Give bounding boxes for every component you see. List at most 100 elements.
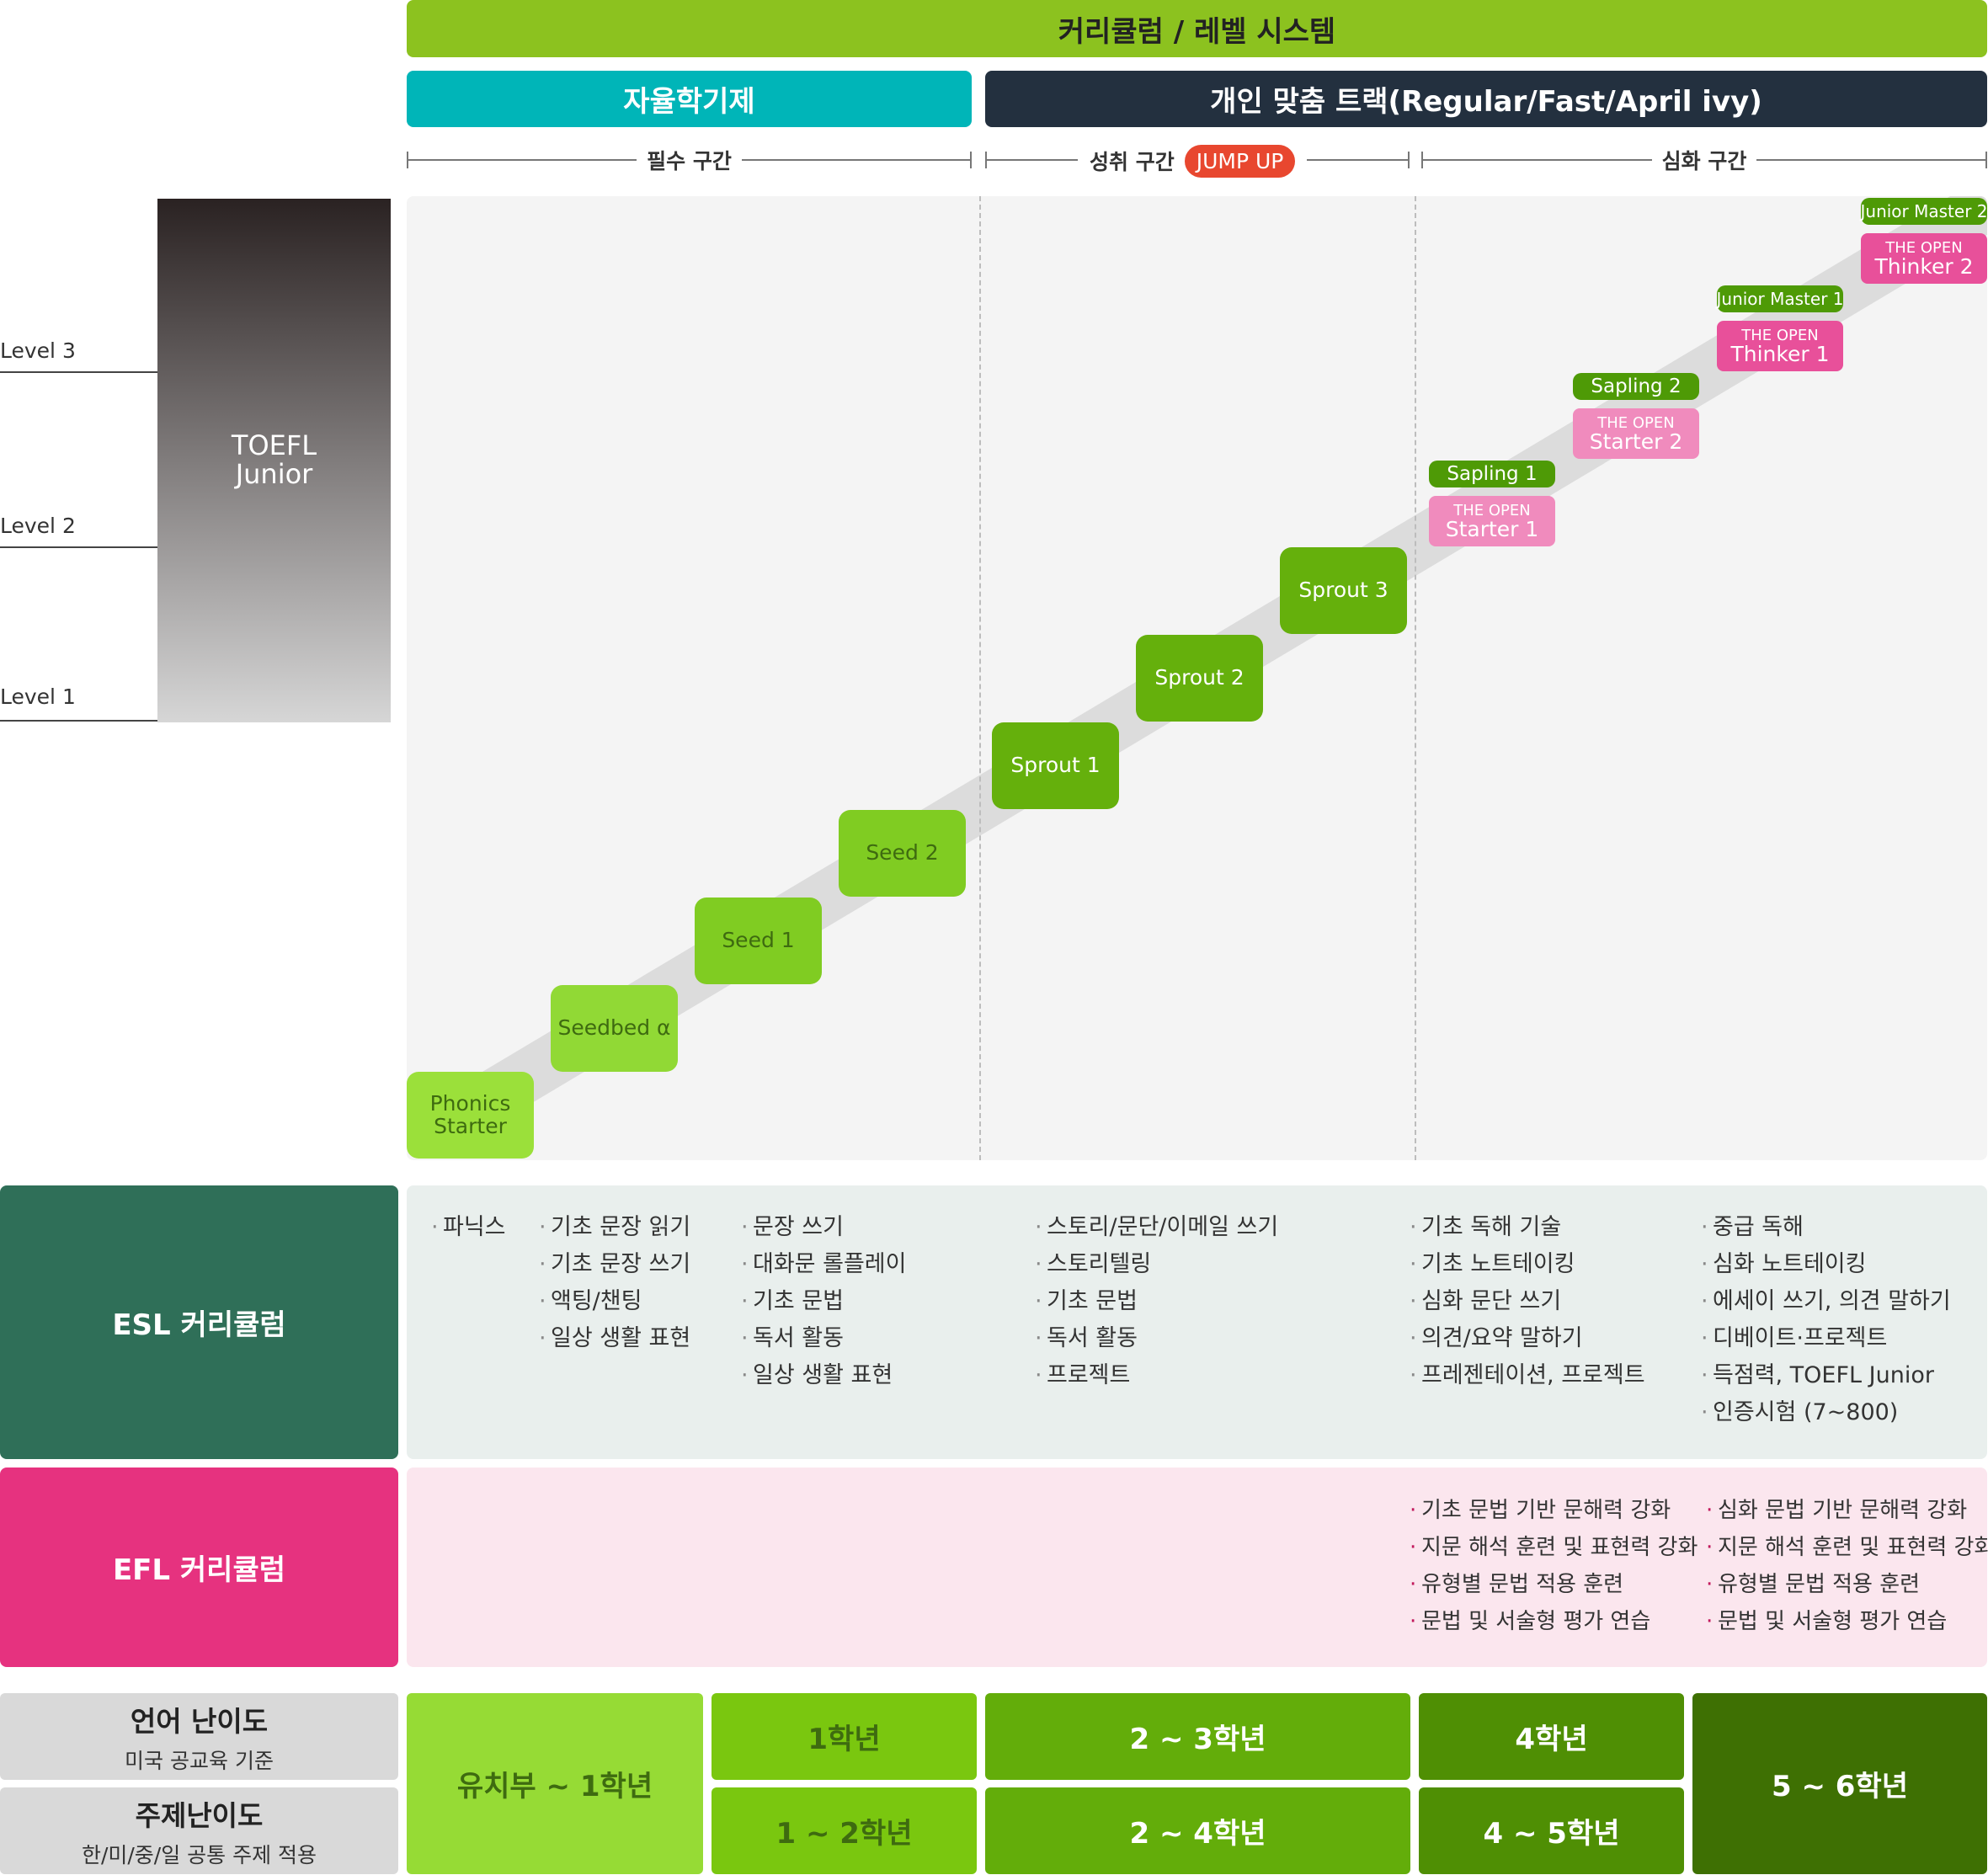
tag-label: Sapling 1	[1447, 463, 1538, 485]
level-2-line	[0, 546, 157, 548]
esl-item: 기초 독해 기술	[1410, 1209, 1645, 1246]
esl-item: 문장 쓰기	[741, 1209, 906, 1246]
efl-item: 지문 해석 훈련 및 표현력 강화	[1410, 1529, 1698, 1566]
language-difficulty-label: 언어 난이도 미국 공교육 기준	[0, 1693, 398, 1780]
grade-label: 2 ~ 4학년	[1129, 1817, 1266, 1851]
esl-item: 프로젝트	[1035, 1357, 1278, 1394]
esl-label: ESL 커리큘럼	[112, 1308, 286, 1342]
efl-item: 기초 문법 기반 문해력 강화	[1410, 1492, 1698, 1529]
open-small-label: THE OPEN	[1885, 238, 1963, 257]
track-free-semester: 자율학기제	[407, 71, 972, 127]
open-starter-1: THE OPEN Starter 1	[1429, 496, 1555, 546]
esl-item: 기초 문법	[741, 1283, 906, 1320]
esl-column-2: 기초 문장 읽기 기초 문장 쓰기 액팅/챈팅 일상 생활 표현	[539, 1209, 690, 1357]
efl-column-2: 심화 문법 기반 문해력 강화 지문 해석 훈련 및 표현력 강화 유형별 문법…	[1706, 1492, 1988, 1640]
open-big-label: Starter 1	[1445, 516, 1539, 541]
esl-item: 심화 노트테이킹	[1701, 1246, 1951, 1283]
track-personal-label: 개인 맞춤 트랙(Regular/Fast/April ivy)	[1210, 85, 1762, 119]
open-small-label: THE OPEN	[1453, 501, 1531, 519]
efl-item: 지문 해석 훈련 및 표현력 강화	[1706, 1529, 1988, 1566]
toefl-junior-bar: TOEFL Junior	[157, 199, 391, 722]
esl-column-4: 스토리/문단/이메일 쓰기 스토리텔링 기초 문법 독서 활동 프로젝트	[1035, 1209, 1278, 1394]
segment-required: 필수 구간	[407, 145, 972, 175]
grade-final: 5 ~ 6학년	[1692, 1693, 1987, 1874]
tag-label: Junior Master 1	[1716, 289, 1844, 309]
grade-label: 2 ~ 3학년	[1129, 1723, 1266, 1756]
efl-item: 문법 및 서술형 평가 연습	[1706, 1603, 1988, 1640]
open-big-label: Thinker 2	[1874, 253, 1974, 279]
track-personal: 개인 맞춤 트랙(Regular/Fast/April ivy)	[985, 71, 1987, 127]
jump-up-badge: JUMP UP	[1184, 144, 1296, 178]
esl-item: 기초 문법	[1035, 1283, 1278, 1320]
grade-label: 1 ~ 2학년	[775, 1817, 913, 1851]
toefl-junior-line1: TOEFL	[231, 429, 317, 462]
toefl-junior-line2: Junior	[235, 458, 313, 490]
esl-item: 기초 문장 쓰기	[539, 1246, 690, 1283]
grade-kinder: 유치부 ~ 1학년	[407, 1693, 703, 1874]
efl-item: 유형별 문법 적용 훈련	[1706, 1566, 1988, 1603]
tag-sapling-1: Sapling 1	[1429, 461, 1555, 487]
segment-achievement: 성취 구간 JUMP UP	[1078, 143, 1308, 178]
step-label: Phonics	[429, 1091, 511, 1116]
step-label: Sprout 1	[1010, 753, 1101, 778]
esl-item: 독서 활동	[1035, 1320, 1278, 1357]
segment-advanced-label: 심화 구간	[1651, 149, 1757, 173]
esl-item: 일상 생활 표현	[741, 1357, 906, 1394]
esl-column-6: 중급 독해 심화 노트테이킹 에세이 쓰기, 의견 말하기 디베이트·프로젝트 …	[1701, 1209, 1951, 1431]
esl-item: 프레젠테이션, 프로젝트	[1410, 1357, 1645, 1394]
grade-lang-3: 4학년	[1419, 1693, 1684, 1780]
esl-item: 심화 문단 쓰기	[1410, 1283, 1645, 1320]
esl-item: 스토리/문단/이메일 쓰기	[1035, 1209, 1278, 1246]
step-label: Sprout 2	[1154, 665, 1244, 690]
step-seed-1: Seed 1	[695, 898, 822, 984]
curriculum-title-bar: 커리큘럼 / 레벨 시스템	[407, 0, 1987, 57]
esl-item: 액팅/챈팅	[539, 1283, 690, 1320]
step-label: Seed 2	[866, 840, 939, 866]
esl-item: 의견/요약 말하기	[1410, 1320, 1645, 1357]
esl-item: 대화문 롤플레이	[741, 1246, 906, 1283]
segment-divider	[979, 196, 981, 1160]
open-thinker-1: THE OPEN Thinker 1	[1717, 321, 1843, 371]
efl-label: EFL 커리큘럼	[112, 1553, 286, 1587]
open-small-label: THE OPEN	[1597, 413, 1675, 432]
grade-label: 5 ~ 6학년	[1771, 1770, 1909, 1803]
efl-column-1: 기초 문법 기반 문해력 강화 지문 해석 훈련 및 표현력 강화 유형별 문법…	[1410, 1492, 1698, 1640]
topic-difficulty-sub: 한/미/중/일 공통 주제 적용	[81, 1842, 317, 1867]
grade-topic-2: 2 ~ 4학년	[985, 1787, 1410, 1874]
curriculum-title: 커리큘럼 / 레벨 시스템	[1058, 14, 1336, 49]
esl-column-3: 문장 쓰기 대화문 롤플레이 기초 문법 독서 활동 일상 생활 표현	[741, 1209, 906, 1394]
level-3-line	[0, 371, 157, 373]
step-sprout-2: Sprout 2	[1136, 635, 1263, 722]
esl-item: 스토리텔링	[1035, 1246, 1278, 1283]
tag-sapling-2: Sapling 2	[1573, 373, 1699, 400]
level-3-label: Level 3	[0, 338, 76, 363]
esl-item: 일상 생활 표현	[539, 1320, 690, 1357]
grade-topic-1: 1 ~ 2학년	[712, 1787, 977, 1874]
esl-column-5: 기초 독해 기술 기초 노트테이킹 심화 문단 쓰기 의견/요약 말하기 프레젠…	[1410, 1209, 1645, 1394]
esl-item: 디베이트·프로젝트	[1701, 1320, 1951, 1357]
step-seed-2: Seed 2	[839, 810, 966, 897]
open-big-label: Starter 2	[1589, 429, 1683, 454]
tag-label: Sapling 2	[1591, 376, 1682, 397]
topic-difficulty-title: 주제난이도	[135, 1798, 264, 1832]
step-label: Starter	[434, 1113, 507, 1138]
esl-item: 독서 활동	[741, 1320, 906, 1357]
step-sprout-1: Sprout 1	[992, 722, 1119, 809]
grade-label: 유치부 ~ 1학년	[456, 1770, 653, 1803]
esl-label-box: ESL 커리큘럼	[0, 1185, 398, 1459]
esl-item: 파닉스	[431, 1209, 506, 1246]
language-difficulty-sub: 미국 공교육 기준	[125, 1748, 274, 1773]
grade-lang-1: 1학년	[712, 1693, 977, 1780]
level-1-line	[0, 720, 157, 722]
efl-item: 문법 및 서술형 평가 연습	[1410, 1603, 1698, 1640]
segment-advanced: 심화 구간	[1421, 145, 1987, 175]
efl-label-box: EFL 커리큘럼	[0, 1468, 398, 1667]
segment-required-label: 필수 구간	[637, 149, 742, 173]
tag-junior-master-1: Junior Master 1	[1716, 285, 1844, 312]
esl-item: 인증시험 (7~800)	[1701, 1394, 1951, 1431]
efl-item: 유형별 문법 적용 훈련	[1410, 1566, 1698, 1603]
esl-item: 기초 노트테이킹	[1410, 1246, 1645, 1283]
step-phonics-starter: Phonics Starter	[407, 1072, 534, 1159]
esl-column-1: 파닉스	[431, 1209, 506, 1246]
open-starter-2: THE OPEN Starter 2	[1573, 408, 1699, 459]
